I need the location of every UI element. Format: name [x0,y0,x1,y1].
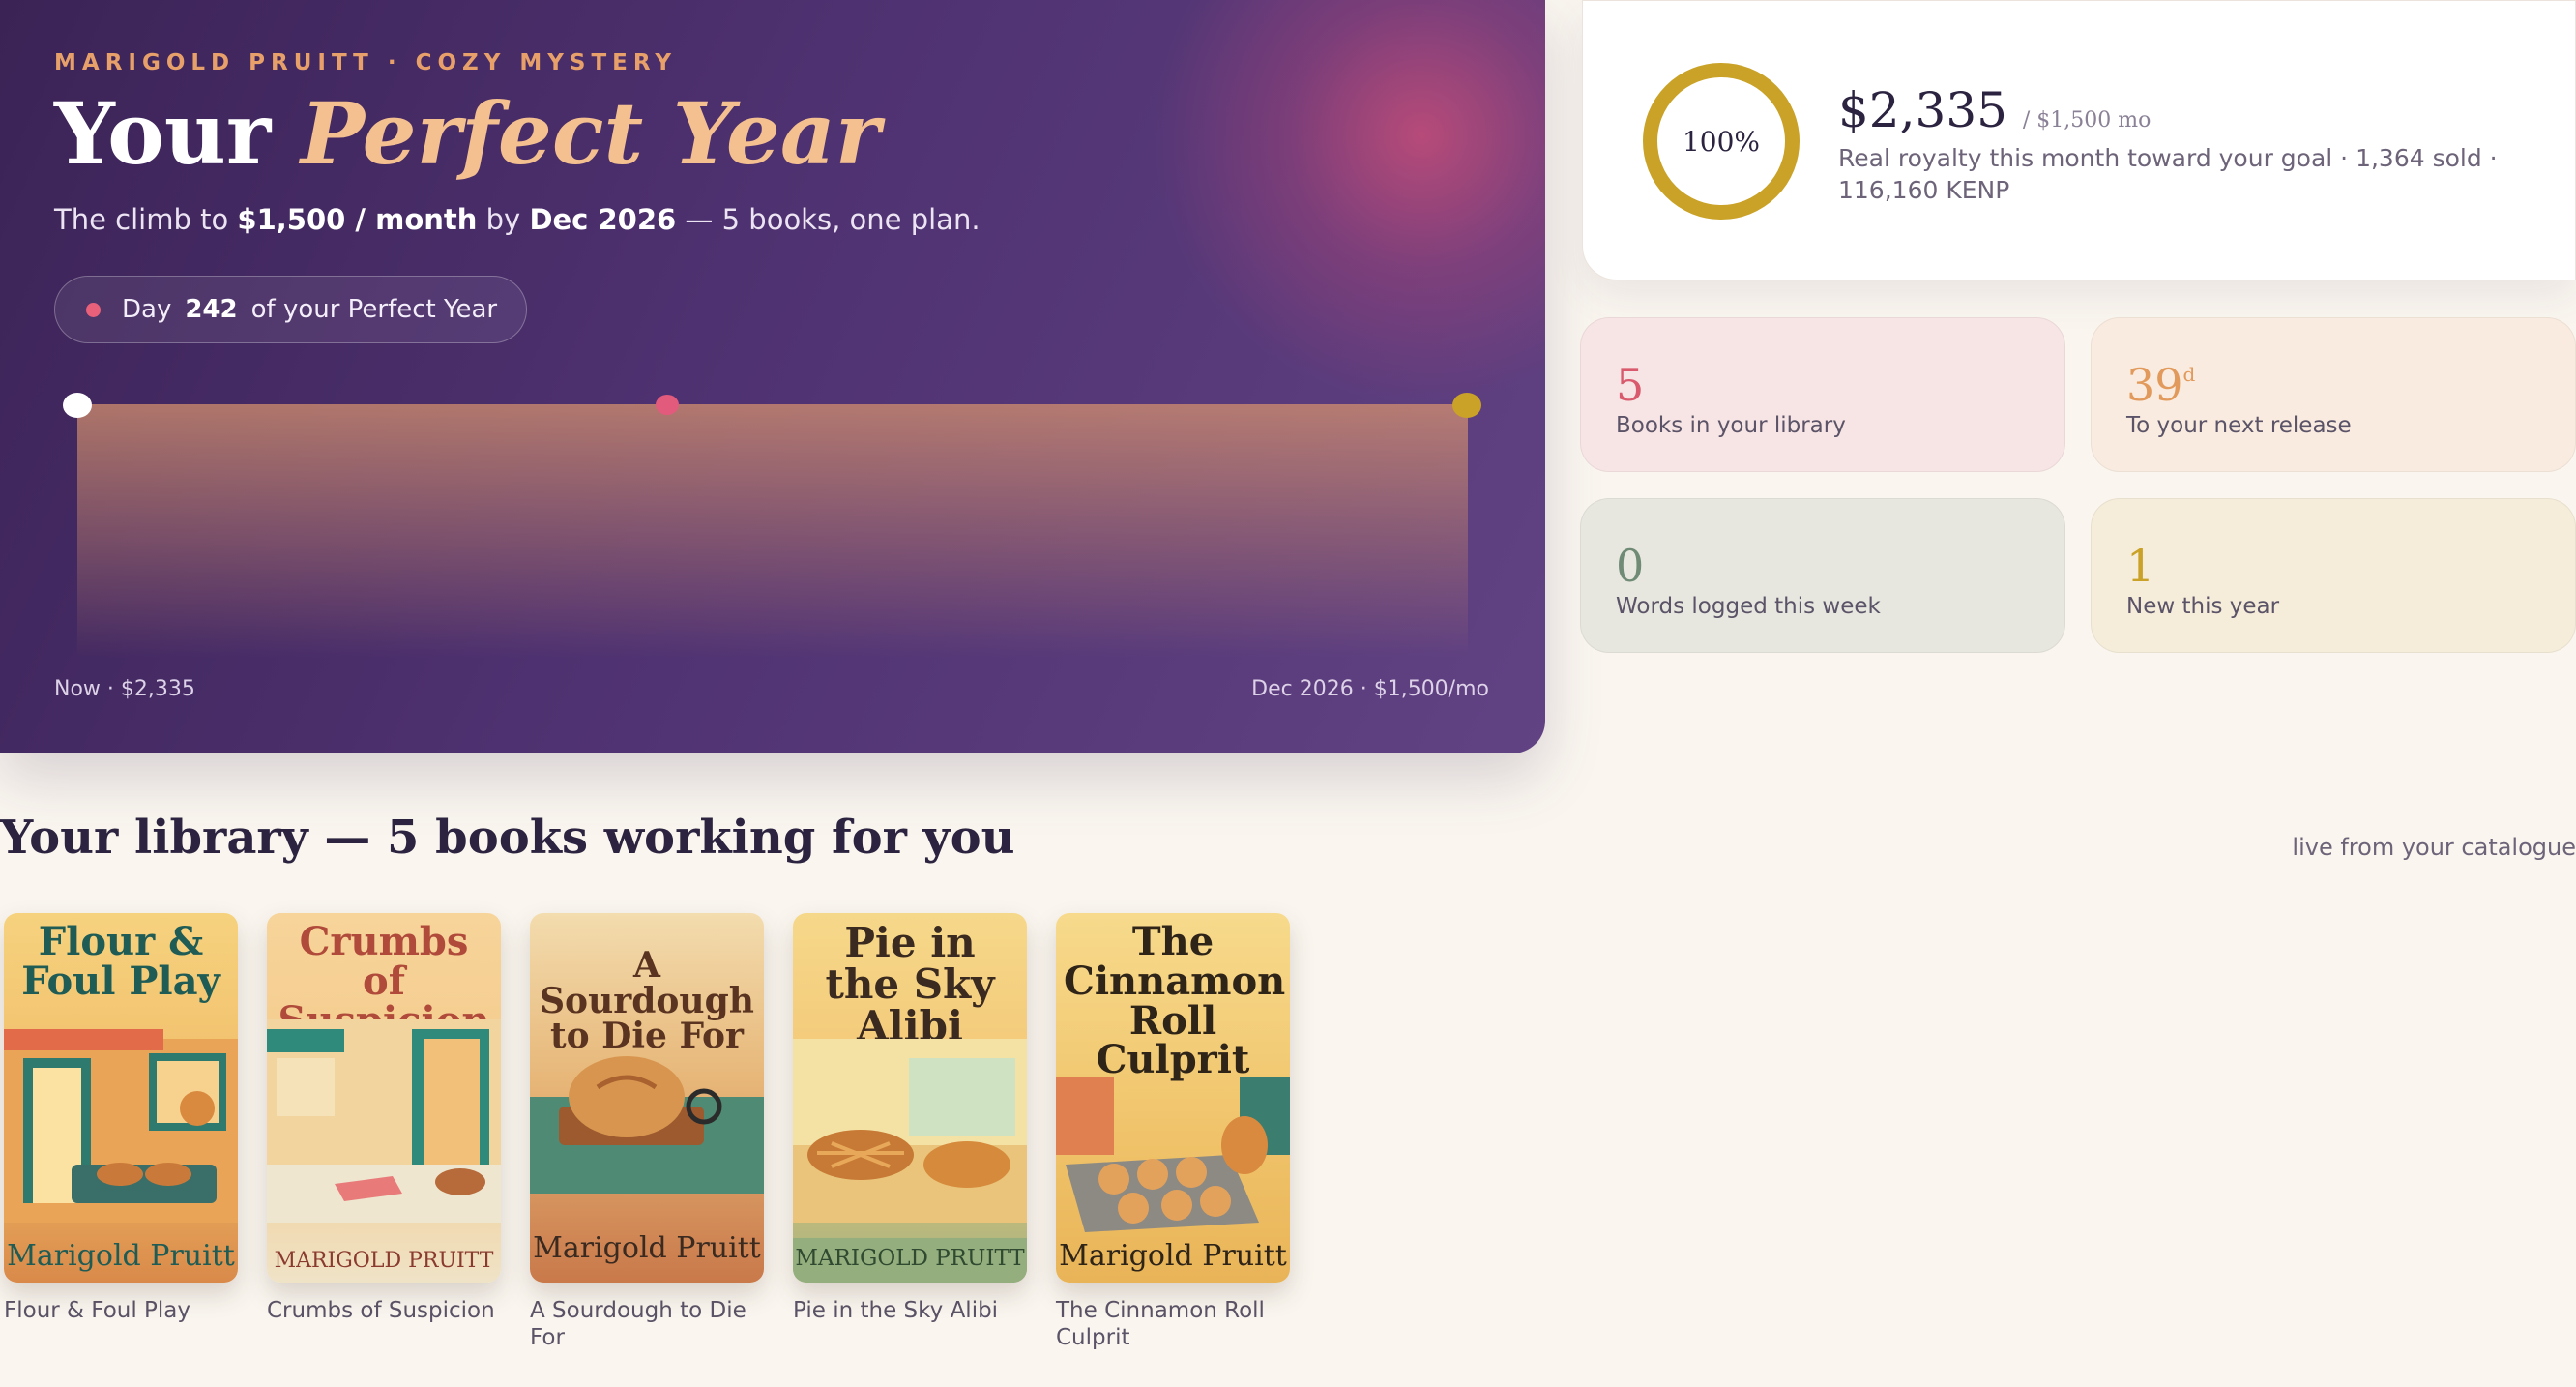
book-cover-author: Marigold Pruitt [533,1231,761,1265]
day-counter-pill: Day 242 of your Perfect Year [54,276,528,343]
book-title: A Sourdough to Die For [530,1298,746,1350]
status-dot [86,302,101,317]
stat-release-unit: d [2182,363,2196,386]
goal-amount: $2,335 / $1,500 mo [1838,82,2151,138]
cinnamon-tray-illustration [1056,1077,1290,1232]
book-card[interactable]: Flour & Foul Play Marigold Pruitt Flour … [4,913,238,1325]
book-title: Crumbs of Suspicion [267,1298,495,1323]
stat-books-value: 5 [1616,359,1644,411]
stat-release-value: 39d [2126,359,2195,411]
book-card[interactable]: Pie in the Sky Alibi MARIGOLD PRUITT Pie… [793,913,1027,1325]
hero-glow [1151,0,1545,406]
hero-sub-goal: $1,500 / month [237,203,478,236]
book-cover-author: MARIGOLD PRUITT [274,1249,494,1273]
progress-now-marker [656,395,679,415]
stat-words-label: Words logged this week [1616,594,1881,619]
hero-title: Your Perfect Year [54,89,880,178]
stat-release-label: To your next release [2126,413,2352,438]
stat-new-card: 1 New this year [2091,498,2576,653]
pie-window-illustration [793,1039,1027,1223]
book-cover[interactable]: Pie in the Sky Alibi MARIGOLD PRUITT [793,913,1027,1283]
hero-sub-date: Dec 2026 [529,203,677,236]
hero-sub-post: — 5 books, one plan. [676,203,981,236]
book-cover[interactable]: The Cinnamon Roll Culprit Marigold Pruit… [1056,913,1290,1283]
hero-title-plain: Your [54,83,301,184]
goal-description: Real royalty this month toward your goal… [1838,144,2498,204]
hero-sub-mid: by [477,203,530,236]
stat-books-label: Books in your library [1616,413,1846,438]
book-card[interactable]: The Cinnamon Roll Culprit Marigold Pruit… [1056,913,1290,1351]
doorway-scene-illustration [267,1019,501,1223]
book-title: Flour & Foul Play [4,1298,191,1323]
book-cover-title: Pie in the Sky Alibi [825,919,995,1049]
book-title: The Cinnamon Roll Culprit [1056,1298,1265,1350]
stat-release-number: 39 [2126,359,2183,411]
library-source-note: live from your catalogue [2292,834,2576,861]
progress-start-marker [63,393,92,418]
stat-release-card: 39d To your next release [2091,317,2576,472]
book-card[interactable]: Crumbs of Suspicion MARIGOLD PRUITT Crum… [267,913,501,1325]
hero-title-accent: Perfect Year [300,83,881,184]
goal-card: 100% $2,335 / $1,500 mo Real royalty thi… [1582,0,2576,280]
stat-words-number: 0 [1616,540,1645,592]
goal-target: / $1,500 mo [2022,108,2152,133]
book-cover-author: Marigold Pruitt [7,1239,235,1273]
hero-subtitle: The climb to $1,500 / month by Dec 2026 … [54,203,981,236]
stat-new-number: 1 [2126,540,2155,592]
hero-eyebrow: MARIGOLD PRUITT · COZY MYSTERY [54,50,677,75]
goal-amount-value: $2,335 [1838,82,2007,138]
goal-progress-ring: 100% [1643,63,1800,220]
stat-books-number: 5 [1616,359,1645,411]
book-cover-title: Flour & Foul Play [21,919,220,1004]
book-cover[interactable]: Crumbs of Suspicion MARIGOLD PRUITT [267,913,501,1283]
hero-sub-pre: The climb to [54,203,238,236]
hero-panel: MARIGOLD PRUITT · COZY MYSTERY Your Perf… [0,0,1545,753]
progress-end-label: Dec 2026 · $1,500/mo [1251,677,1489,701]
day-label: Day [122,295,172,324]
bread-loaf-illustration [530,1056,764,1194]
library-heading: Your library — 5 books working for you [0,811,1015,865]
book-title: Pie in the Sky Alibi [793,1298,999,1323]
stat-new-value: 1 [2126,540,2154,592]
stat-words-value: 0 [1616,540,1644,592]
stat-books-card: 5 Books in your library [1580,317,2065,472]
stat-words-card: 0 Words logged this week [1580,498,2065,653]
book-cover-author: Marigold Pruitt [1059,1239,1287,1273]
day-number: 242 [185,295,238,324]
progress-goal-marker [1452,393,1481,418]
book-cover-title: The Cinnamon Roll Culprit [1064,919,1286,1083]
book-card[interactable]: A Sourdough to Die For Marigold Pruitt A… [530,913,764,1351]
stat-new-label: New this year [2126,594,2280,619]
progress-now-label: Now · $2,335 [54,677,195,701]
book-cover[interactable]: Flour & Foul Play Marigold Pruitt [4,913,238,1283]
bakery-scene-illustration [4,1029,238,1223]
progress-area [77,404,1468,658]
day-suffix: of your Perfect Year [250,295,498,324]
book-cover-author: MARIGOLD PRUITT [793,1238,1027,1283]
book-cover[interactable]: A Sourdough to Die For Marigold Pruitt [530,913,764,1283]
